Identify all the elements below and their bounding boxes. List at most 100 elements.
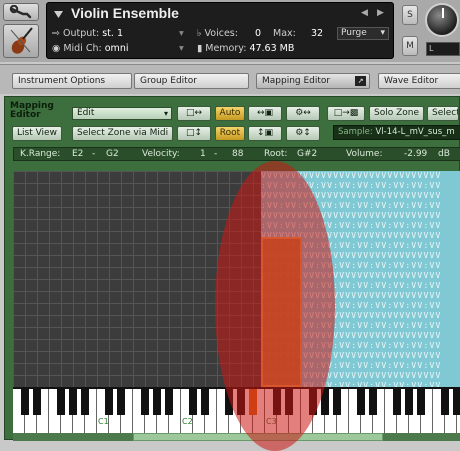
output-icon: ⇨ [52, 28, 60, 39]
edit-menu-label: Edit [77, 108, 95, 118]
tab-wave-editor[interactable]: Wave Editor [378, 73, 460, 89]
voices-label: Voices: [204, 28, 238, 39]
auto-spread-horizontal-icon[interactable]: □↔ [177, 106, 211, 121]
black-key[interactable] [393, 389, 401, 415]
black-key[interactable] [417, 389, 425, 415]
black-key[interactable] [333, 389, 341, 415]
list-view-button[interactable]: List View [12, 126, 62, 141]
popout-icon[interactable]: ↗ [355, 76, 366, 86]
black-key[interactable] [105, 389, 113, 415]
sample-value: Vl-14-L_mV_sus_m [375, 127, 455, 137]
black-key[interactable] [237, 389, 245, 415]
zone-move-vertical-icon[interactable]: ↕▣ [248, 126, 282, 141]
output-dropdown-icon[interactable]: ▾ [179, 28, 184, 39]
next-instrument-icon[interactable]: ▶ [377, 8, 384, 18]
black-key[interactable] [369, 389, 377, 415]
select-zone-via-midi-button[interactable]: Select Zone via Midi [72, 126, 174, 141]
black-key[interactable] [33, 389, 41, 415]
mapping-editor-panel: Mapping Editor Edit ▾ List View Select Z… [4, 96, 460, 451]
krange-dash: - [92, 149, 96, 159]
purge-dropdown[interactable]: Purge ▾ [337, 27, 389, 40]
volume-value[interactable]: -2.99 [404, 148, 427, 160]
mapping-grid[interactable]: VVVVVVVVVVVVVVVVVVVVVVVVVVVVVV :VV:VV:VV… [13, 171, 460, 387]
editor-tab-bar: Instrument Options Group Editor Mapping … [0, 64, 460, 94]
voices-value: 0 [255, 28, 262, 39]
tab-mapping-editor-label: Mapping Editor [262, 76, 331, 86]
black-key[interactable] [357, 389, 365, 415]
wrench-icon[interactable] [3, 3, 39, 21]
piano-keyboard[interactable]: C1 C2 C3 [13, 387, 460, 433]
root-value[interactable]: G#2 [297, 148, 317, 160]
prev-instrument-icon[interactable]: ◀ [361, 8, 368, 18]
memory-label: Memory: [205, 43, 247, 54]
octave-label: C1 [98, 417, 109, 426]
midi-dropdown-icon[interactable]: ▾ [179, 43, 184, 54]
black-key[interactable] [405, 389, 413, 415]
edit-menu-dropdown[interactable]: Edit ▾ [72, 107, 172, 120]
black-key[interactable] [441, 389, 449, 415]
black-key[interactable] [21, 389, 29, 415]
voices-row: ♭ Voices: [197, 28, 238, 39]
output-label: Output: [63, 28, 100, 39]
max-label: Max: [273, 28, 296, 39]
black-key[interactable] [81, 389, 89, 415]
black-key[interactable] [141, 389, 149, 415]
velocity-label: Velocity: [142, 149, 180, 159]
voices-icon: ♭ [197, 28, 202, 39]
tune-value: L [426, 42, 460, 56]
tab-group-editor[interactable]: Group Editor [134, 73, 249, 89]
black-key[interactable] [165, 389, 173, 415]
velocity-high[interactable]: 88 [232, 148, 243, 160]
black-key[interactable] [249, 389, 257, 415]
volume-label: Volume: [346, 149, 383, 159]
select-button[interactable]: Selecte [427, 106, 459, 121]
krange-low[interactable]: E2 [72, 148, 83, 160]
instrument-name[interactable]: Violin Ensemble [71, 5, 179, 21]
violin-icon[interactable] [3, 24, 39, 58]
purge-label: Purge [341, 28, 367, 38]
chevron-down-icon: ▾ [380, 28, 385, 38]
gear-vertical-icon[interactable]: ⚙↕ [286, 126, 320, 141]
black-key[interactable] [321, 389, 329, 415]
output-row[interactable]: ⇨ Output: st. 1 [52, 28, 123, 39]
solo-zone-button[interactable]: Solo Zone [369, 106, 424, 121]
memory-icon: ▮ [197, 43, 203, 54]
chevron-down-icon: ▾ [163, 109, 168, 118]
black-key[interactable] [153, 389, 161, 415]
root-button[interactable]: Root [215, 126, 245, 141]
velocity-dash: - [214, 149, 218, 159]
midi-channel-row[interactable]: ◉ Midi Ch: omni [52, 43, 128, 54]
octave-label: C2 [182, 417, 193, 426]
black-key[interactable] [189, 389, 197, 415]
black-key[interactable] [453, 389, 460, 415]
selected-zone[interactable] [261, 237, 302, 387]
mute-button[interactable]: M [402, 36, 418, 56]
black-key[interactable] [57, 389, 65, 415]
black-key[interactable] [309, 389, 317, 415]
tab-mapping-editor[interactable]: Mapping Editor ↗ [256, 73, 370, 89]
lock-icon[interactable]: □→▩ [327, 106, 365, 121]
tab-instrument-options[interactable]: Instrument Options [12, 73, 132, 89]
auto-spread-vertical-icon[interactable]: □↕ [177, 126, 211, 141]
black-key[interactable] [117, 389, 125, 415]
output-value[interactable]: st. 1 [102, 28, 123, 39]
max-value[interactable]: 32 [311, 28, 323, 39]
black-key[interactable] [69, 389, 77, 415]
black-key[interactable] [201, 389, 209, 415]
auto-button[interactable]: Auto [215, 106, 245, 121]
memory-value: 47.63 MB [249, 43, 295, 54]
zone-status-bar: K.Range: E2 - G2 Velocity: 1 - 88 Root: … [13, 147, 460, 161]
black-key[interactable] [273, 389, 281, 415]
collapse-triangle-icon[interactable] [54, 11, 63, 19]
zone-move-horizontal-icon[interactable]: ↔▣ [248, 106, 282, 121]
volume-unit: dB [438, 149, 450, 159]
midi-value[interactable]: omni [105, 43, 129, 54]
mapping-editor-title: Mapping Editor [10, 101, 54, 120]
black-key[interactable] [285, 389, 293, 415]
krange-high[interactable]: G2 [106, 148, 119, 160]
black-key[interactable] [225, 389, 233, 415]
gear-horizontal-icon[interactable]: ⚙↔ [286, 106, 320, 121]
solo-button[interactable]: S [402, 5, 418, 25]
velocity-low[interactable]: 1 [200, 148, 206, 160]
tune-knob[interactable] [425, 3, 459, 37]
